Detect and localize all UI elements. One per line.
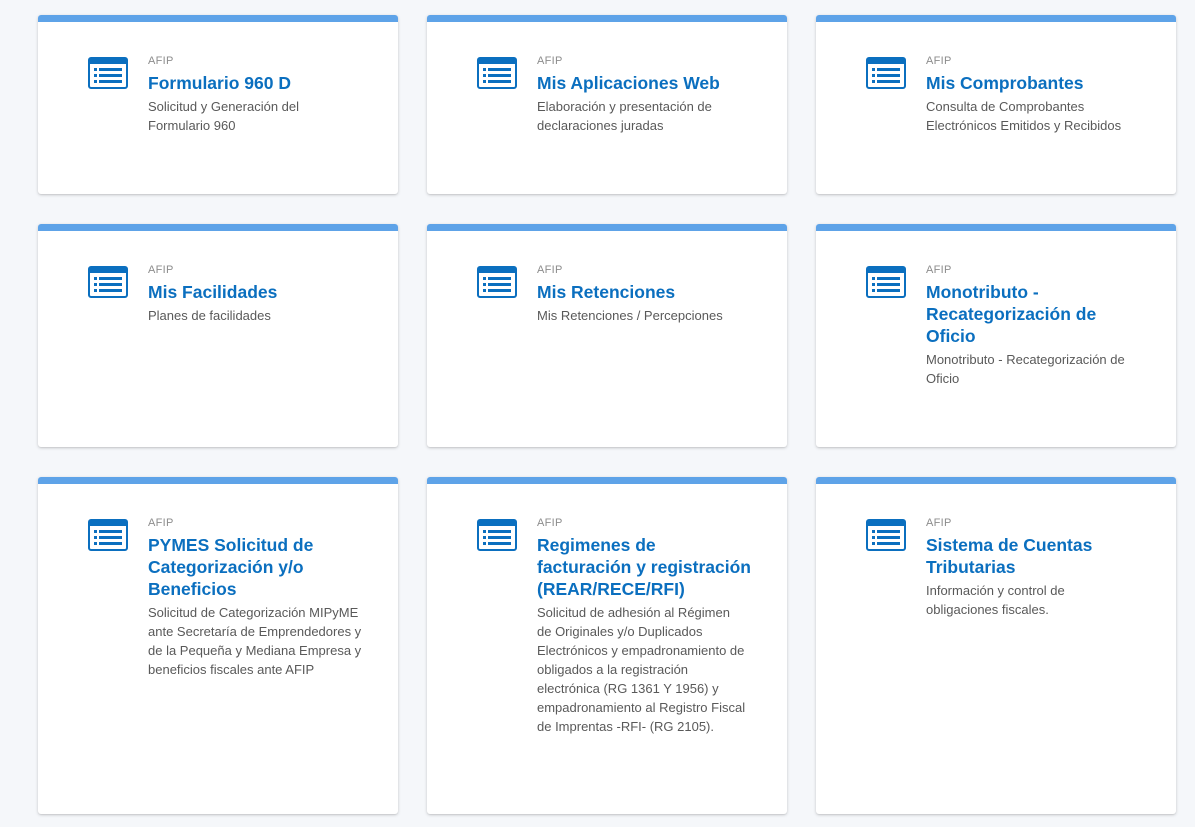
card-description: Monotributo - Recategorización de Oficio [926,352,1125,386]
card-org-label: AFIP [148,517,174,529]
card-accent-bar [816,15,1176,22]
card-description: Solicitud y Generación del Formulario 96… [148,99,300,133]
card-title[interactable]: Sistema de Cuentas Tributarias [926,534,1106,578]
card-description: Elaboración y presentación de declaracio… [537,99,712,133]
card-title[interactable]: Regimenes de facturación y registración … [537,534,752,600]
list-document-icon [477,266,517,298]
card-accent-bar [38,477,398,484]
list-document-icon [88,519,128,551]
card-title[interactable]: Mis Retenciones [537,281,752,303]
card-accent-bar [816,224,1176,231]
card-org-label: AFIP [148,264,174,276]
list-document-icon [477,57,517,89]
card-description: Solicitud de adhesión al Régimen de Orig… [537,605,746,734]
card-title[interactable]: Mis Facilidades [148,281,363,303]
service-card-pymes-solicitud[interactable]: AFIP PYMES Solicitud de Categorización y… [38,477,398,814]
card-org-label: AFIP [926,517,952,529]
service-card-sistema-cuentas-tributarias[interactable]: AFIP Sistema de Cuentas Tributarias Info… [816,477,1176,814]
service-card-mis-comprobantes[interactable]: AFIP Mis Comprobantes Consulta de Compro… [816,15,1176,194]
card-org-label: AFIP [926,55,952,67]
list-document-icon [88,266,128,298]
list-document-icon [477,519,517,551]
card-accent-bar [38,15,398,22]
card-accent-bar [427,224,787,231]
card-org-label: AFIP [148,55,174,67]
card-title[interactable]: Formulario 960 D [148,72,363,94]
service-card-monotributo-recategorizacion[interactable]: AFIP Monotributo - Recategorización de O… [816,224,1176,447]
card-org-label: AFIP [537,264,563,276]
service-card-regimenes-facturacion[interactable]: AFIP Regimenes de facturación y registra… [427,477,787,814]
list-document-icon [866,519,906,551]
service-card-formulario-960-d[interactable]: AFIP Formulario 960 D Solicitud y Genera… [38,15,398,194]
service-card-mis-retenciones[interactable]: AFIP Mis Retenciones Mis Retenciones / P… [427,224,787,447]
card-accent-bar [427,477,787,484]
card-title[interactable]: Mis Aplicaciones Web [537,72,752,94]
card-title[interactable]: Monotributo - Recategorización de Oficio [926,281,1106,347]
card-accent-bar [38,224,398,231]
list-document-icon [866,57,906,89]
card-description: Información y control de obligaciones fi… [926,583,1065,617]
card-description: Consulta de Comprobantes Electrónicos Em… [926,99,1122,133]
card-accent-bar [816,477,1176,484]
service-card-mis-aplicaciones-web[interactable]: AFIP Mis Aplicaciones Web Elaboración y … [427,15,787,194]
card-title[interactable]: Mis Comprobantes [926,72,1141,94]
card-org-label: AFIP [537,55,563,67]
card-description: Planes de facilidades [148,308,271,323]
list-document-icon [866,266,906,298]
card-description: Solicitud de Categorización MIPyME ante … [148,605,362,677]
card-org-label: AFIP [537,517,563,529]
card-title[interactable]: PYMES Solicitud de Categorización y/o Be… [148,534,318,600]
list-document-icon [88,57,128,89]
service-card-mis-facilidades[interactable]: AFIP Mis Facilidades Planes de facilidad… [38,224,398,447]
card-accent-bar [427,15,787,22]
card-description: Mis Retenciones / Percepciones [537,308,723,323]
card-org-label: AFIP [926,264,952,276]
